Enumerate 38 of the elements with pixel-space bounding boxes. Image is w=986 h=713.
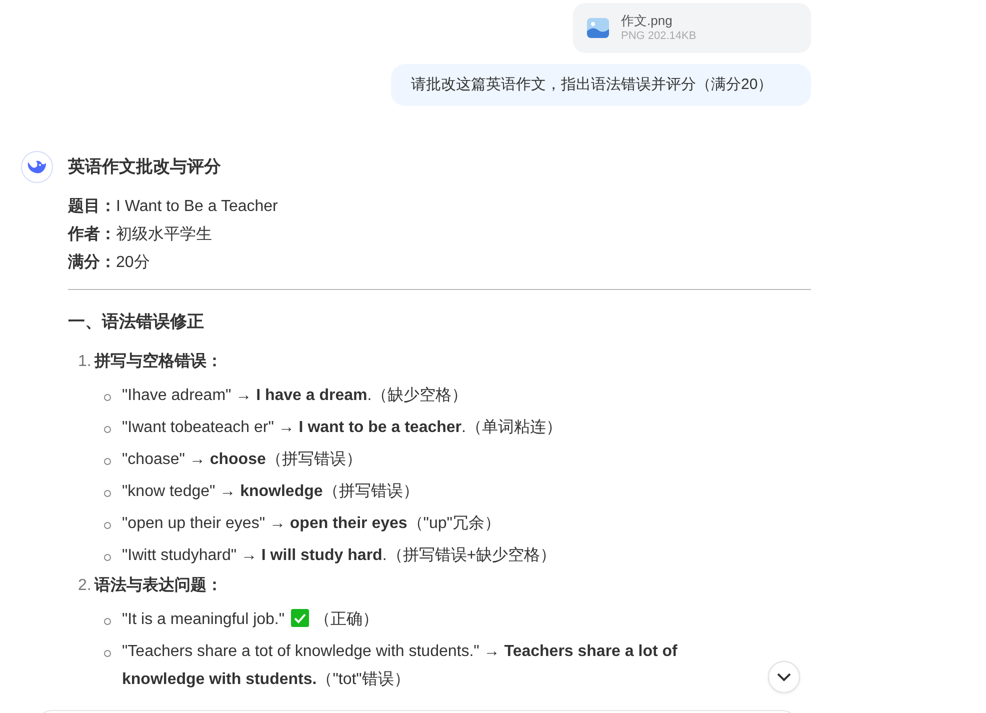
sentence-text: "It is a meaningful job.": [122, 611, 285, 628]
correction-text: "Ihave adream" → I have a dream.（缺少空格）: [122, 386, 468, 406]
attachment-card[interactable]: 作文.png PNG 202.14KB: [573, 3, 811, 53]
bullet-icon: [104, 650, 111, 657]
scroll-down-button[interactable]: [768, 661, 800, 693]
meta-value: 初级水平学生: [116, 226, 212, 243]
assistant-avatar: [21, 151, 53, 183]
group-heading: 拼写与空格错误：: [94, 353, 222, 370]
list-number: 2.: [78, 577, 92, 594]
bullet-icon: [104, 522, 111, 529]
correction-text: "Iwitt studyhard" → I will study hard.（拼写错误+缺少空格）: [122, 546, 556, 566]
image-file-icon: [587, 18, 609, 38]
meta-value: I Want to Be a Teacher: [116, 198, 278, 215]
list-number: 1.: [78, 353, 92, 370]
user-message: 请批改这篇英语作文，指出语法错误并评分（满分20）: [391, 64, 811, 106]
bullet-icon: [104, 554, 111, 561]
section-heading: 一、语法错误修正: [68, 311, 205, 333]
meta-label: 作者：: [68, 226, 116, 243]
correction-text: "open up their eyes" → open their eyes（"up"冗余）: [122, 514, 500, 534]
bullet-icon: [104, 618, 111, 625]
note-text: （正确）: [314, 611, 379, 628]
correction-text: "know tedge" → knowledge（拼写错误）: [122, 482, 419, 502]
meta-value: 20分: [116, 254, 150, 271]
bullet-icon: [104, 426, 111, 433]
file-info: PNG 202.14KB: [621, 29, 696, 44]
correction-text: "choase" → choose（拼写错误）: [122, 450, 362, 470]
chevron-down-icon: [777, 672, 791, 682]
check-icon: [290, 609, 309, 627]
bullet-icon: [104, 394, 111, 401]
bullet-icon: [104, 490, 111, 497]
group-heading: 语法与表达问题：: [94, 577, 222, 594]
meta-label: 满分：: [68, 254, 116, 271]
correction-text: "Iwant tobeateach er" → I want to be a teacher.（单词粘连）: [122, 418, 562, 438]
meta-label: 题目：: [68, 198, 116, 215]
correction-text: "Teachers share a tot of knowledge with students." → Teachers share a lot of knowledge with students.（"tot"错误）: [122, 642, 678, 690]
reply-title: 英语作文批改与评分: [68, 156, 222, 178]
bullet-icon: [104, 458, 111, 465]
file-name: 作文.png: [621, 12, 674, 29]
